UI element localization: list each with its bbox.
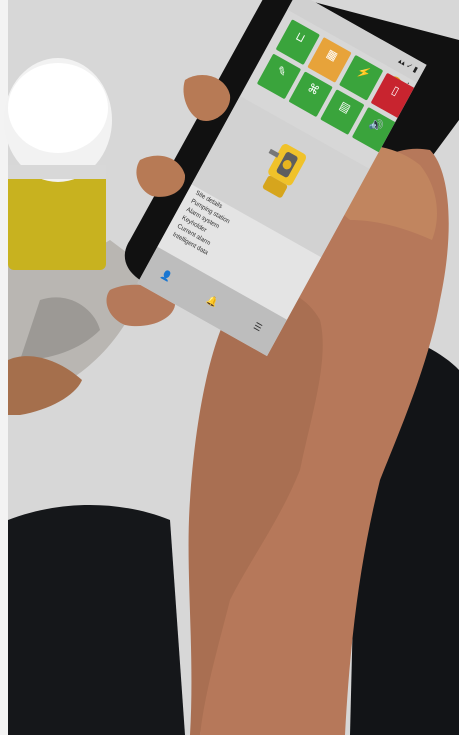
menu-icon[interactable]: ☰ (247, 317, 268, 339)
panel-icon: ▦ (324, 46, 340, 64)
wrench-icon: ✎ (274, 63, 289, 80)
user-icon[interactable]: 👤 (156, 265, 177, 287)
status-icons: ▴▴ ✓ ▮ (396, 56, 420, 75)
bell-icon[interactable]: 🔔 (201, 291, 222, 313)
plug-icon: ⚡ (354, 63, 373, 83)
open-box-icon: ⊔ (293, 29, 308, 46)
pump-model-image (262, 143, 307, 198)
document-icon: ▤ (337, 99, 353, 116)
network-icon: ⌘ (305, 81, 322, 98)
